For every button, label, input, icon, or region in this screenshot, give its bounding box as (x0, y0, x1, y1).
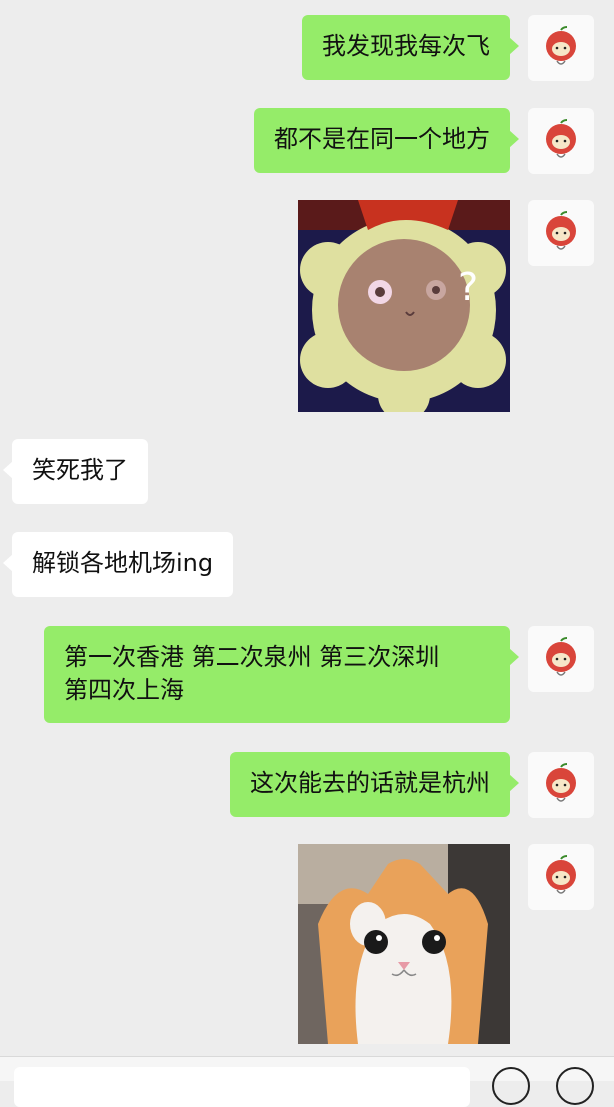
apple-cat-icon (546, 763, 576, 802)
apple-cat-icon (546, 211, 576, 250)
question-mark: ? (458, 265, 478, 309)
message-text: 笑死我了 (32, 456, 128, 484)
message-bubble[interactable]: 我发现我每次飞 (302, 15, 519, 80)
emoji-icon[interactable] (492, 1067, 530, 1105)
sunflower-question-sticker: ? (298, 200, 510, 412)
message-bubble[interactable]: 都不是在同一个地方 (254, 108, 519, 173)
apple-cat-icon (546, 26, 576, 65)
input-bar (0, 1056, 614, 1107)
message-bubble[interactable]: 解锁各地机场ing (2, 532, 234, 597)
message-text-line: 第四次上海 (64, 676, 184, 704)
avatar[interactable] (528, 844, 594, 910)
avatar[interactable] (528, 15, 594, 81)
message-text: 解锁各地机场ing (32, 549, 214, 577)
plus-icon[interactable] (556, 1067, 594, 1105)
avatar[interactable] (528, 200, 594, 266)
cat-selfie-sticker (298, 844, 510, 1044)
message-text-line: 第一次香港 第二次泉州 第三次深圳 (64, 643, 440, 671)
message-text: 这次能去的话就是杭州 (250, 769, 490, 797)
message-bubble[interactable]: 第一次香港 第二次泉州 第三次深圳 第四次上海 (44, 626, 519, 723)
avatar[interactable] (528, 108, 594, 174)
apple-cat-icon (546, 855, 576, 894)
message-bubble[interactable]: 笑死我了 (3, 439, 148, 504)
message-text: 我发现我每次飞 (322, 32, 490, 60)
message-text: 都不是在同一个地方 (274, 125, 490, 153)
apple-cat-icon (546, 637, 576, 676)
avatar[interactable] (528, 626, 594, 692)
message-bubble[interactable]: 这次能去的话就是杭州 (230, 752, 519, 817)
message-input[interactable] (14, 1067, 470, 1107)
sticker-image[interactable] (298, 844, 510, 1044)
apple-cat-icon (546, 119, 576, 158)
sticker-image[interactable]: ? (298, 200, 510, 412)
avatar[interactable] (528, 752, 594, 818)
